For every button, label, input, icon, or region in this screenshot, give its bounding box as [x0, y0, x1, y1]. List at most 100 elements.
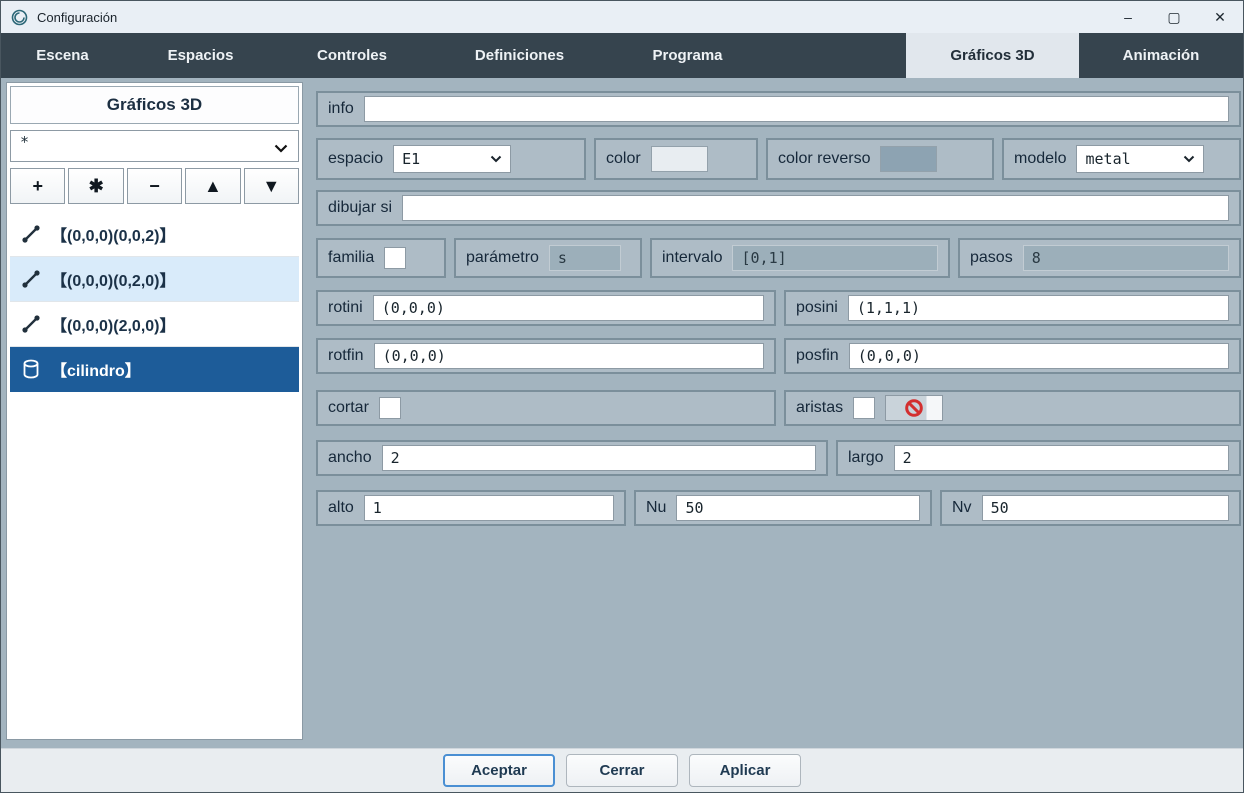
familia-group: familia: [316, 238, 446, 278]
rotini-label: rotini: [328, 299, 363, 317]
nu-label: Nu: [646, 499, 666, 517]
cortar-checkbox[interactable]: [379, 397, 401, 419]
remove-button[interactable]: −: [127, 168, 182, 204]
posini-input[interactable]: [848, 295, 1229, 321]
modelo-group: modelo metal: [1002, 138, 1241, 180]
tab-escena[interactable]: Escena: [1, 33, 124, 78]
modelo-value: metal: [1085, 150, 1130, 168]
ancho-label: ancho: [328, 449, 372, 467]
new-button[interactable]: ✱: [68, 168, 123, 204]
color-swatch[interactable]: [651, 146, 708, 172]
dibujar-si-input[interactable]: [402, 195, 1229, 221]
pasos-group: pasos 8: [958, 238, 1241, 278]
add-button[interactable]: +: [10, 168, 65, 204]
aristas-label: aristas: [796, 399, 843, 417]
familia-checkbox[interactable]: [384, 247, 406, 269]
largo-label: largo: [848, 449, 884, 467]
largo-row: largo: [836, 440, 1241, 476]
espacio-value: E1: [402, 150, 420, 168]
close-button[interactable]: Cerrar: [566, 754, 678, 787]
ancho-input[interactable]: [382, 445, 816, 471]
tab-programa[interactable]: Programa: [612, 33, 763, 78]
color-label: color: [606, 150, 641, 168]
color-group: color: [594, 138, 758, 180]
pasos-field: 8: [1023, 245, 1229, 271]
list-item-label: 【(0,0,0)(0,2,0)】: [51, 267, 176, 291]
tab-definiciones[interactable]: Definiciones: [427, 33, 612, 78]
rotfin-label: rotfin: [328, 347, 364, 365]
window-controls: – ▢ ✕: [1105, 1, 1243, 33]
no-sign-icon: [904, 398, 924, 418]
filter-value: *: [20, 133, 29, 151]
pasos-label: pasos: [970, 249, 1013, 267]
posfin-row: posfin: [784, 338, 1241, 374]
tab-espacios[interactable]: Espacios: [124, 33, 277, 78]
largo-input[interactable]: [894, 445, 1229, 471]
accept-button[interactable]: Aceptar: [443, 754, 555, 787]
intervalo-field: [0,1]: [732, 245, 938, 271]
modelo-dropdown[interactable]: metal: [1076, 145, 1204, 173]
chevron-down-icon: [490, 150, 502, 168]
alto-input[interactable]: [364, 495, 614, 521]
nu-input[interactable]: [676, 495, 920, 521]
parametro-field: s: [549, 245, 621, 271]
close-icon[interactable]: ✕: [1197, 1, 1243, 33]
nv-label: Nv: [952, 499, 972, 517]
rotini-input[interactable]: [373, 295, 764, 321]
list-item-label: 【cilindro】: [51, 357, 141, 381]
info-label: info: [328, 100, 354, 118]
list-item[interactable]: 【(0,0,0)(0,2,0)】: [10, 257, 299, 302]
list-item-label: 【(0,0,0)(0,0,2)】: [51, 222, 176, 246]
segment-icon: [20, 224, 42, 244]
tab-animacion[interactable]: Animación: [1079, 33, 1243, 78]
minimize-button[interactable]: –: [1105, 1, 1151, 33]
objects-panel: Gráficos 3D * + ✱ − ▲ ▼ 【(0,0,0)(0,0,2)】: [6, 82, 303, 740]
posfin-label: posfin: [796, 347, 839, 365]
segment-icon: [20, 314, 42, 334]
window-titlebar: Configuración – ▢ ✕: [1, 1, 1243, 33]
objects-filter-dropdown[interactable]: *: [10, 130, 299, 162]
alto-row: alto: [316, 490, 626, 526]
rotfin-input[interactable]: [374, 343, 764, 369]
apply-button[interactable]: Aplicar: [689, 754, 801, 787]
tab-spacer: [763, 33, 906, 78]
intervalo-label: intervalo: [662, 249, 722, 267]
aristas-color-button[interactable]: [885, 395, 943, 421]
maximize-button[interactable]: ▢: [1151, 1, 1197, 33]
nv-row: Nv: [940, 490, 1241, 526]
app-icon: [11, 9, 28, 26]
rotfin-row: rotfin: [316, 338, 776, 374]
list-item[interactable]: 【(0,0,0)(2,0,0)】: [10, 302, 299, 347]
footer-bar: Aceptar Cerrar Aplicar: [1, 748, 1243, 792]
move-up-button[interactable]: ▲: [185, 168, 240, 204]
espacio-dropdown[interactable]: E1: [393, 145, 511, 173]
window-title: Configuración: [37, 10, 117, 25]
tab-graficos-3d[interactable]: Gráficos 3D: [906, 33, 1079, 78]
list-item[interactable]: 【(0,0,0)(0,0,2)】: [10, 212, 299, 257]
dibujar-si-label: dibujar si: [328, 199, 392, 217]
nv-input[interactable]: [982, 495, 1229, 521]
tab-controles[interactable]: Controles: [277, 33, 427, 78]
chevron-down-icon: [1183, 150, 1195, 168]
tab-bar: Escena Espacios Controles Definiciones P…: [1, 33, 1243, 78]
aristas-checkbox[interactable]: [853, 397, 875, 419]
nu-row: Nu: [634, 490, 932, 526]
move-down-button[interactable]: ▼: [244, 168, 299, 204]
espacio-label: espacio: [328, 150, 383, 168]
posini-label: posini: [796, 299, 838, 317]
espacio-group: espacio E1: [316, 138, 586, 180]
list-item-selected[interactable]: 【cilindro】: [10, 347, 299, 392]
info-input[interactable]: [364, 96, 1229, 122]
info-row: info: [316, 91, 1241, 127]
intervalo-group: intervalo [0,1]: [650, 238, 950, 278]
color-reverso-group: color reverso: [766, 138, 994, 180]
posfin-input[interactable]: [849, 343, 1229, 369]
configuration-window: Configuración – ▢ ✕ Escena Espacios Cont…: [0, 0, 1244, 793]
familia-label: familia: [328, 249, 374, 267]
rotini-row: rotini: [316, 290, 776, 326]
color-reverso-swatch[interactable]: [880, 146, 937, 172]
ancho-row: ancho: [316, 440, 828, 476]
modelo-label: modelo: [1014, 150, 1066, 168]
cortar-label: cortar: [328, 399, 369, 417]
dibujar-si-row: dibujar si: [316, 190, 1241, 226]
